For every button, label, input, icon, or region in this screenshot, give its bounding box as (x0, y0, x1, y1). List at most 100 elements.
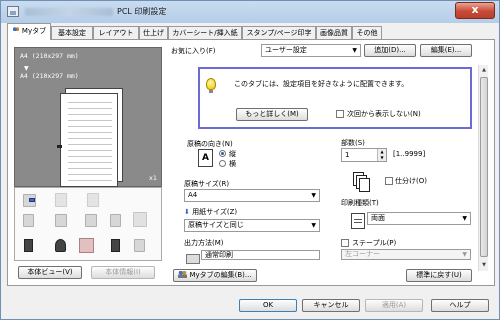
copies-spinner[interactable]: ▲ ▼ (377, 149, 386, 161)
unit-icon (55, 193, 67, 207)
title-bar[interactable]: PCL 印刷設定 x (1, 1, 499, 23)
tab-mytab[interactable]: Myタブ (7, 23, 51, 40)
more-details-button[interactable]: もっと詳しく(M) (236, 108, 308, 121)
staple-position-select[interactable]: 左コーナー ▼ (341, 249, 471, 260)
paper-size-select[interactable]: 原稿サイズと同じ ▼ (184, 219, 320, 232)
paper-output-icon (186, 254, 200, 264)
blue-down-arrow-icon: ⬇ (184, 208, 190, 216)
edit-mytab-label: Myタブの編集(B)... (189, 271, 252, 279)
ok-button[interactable]: OK (239, 299, 297, 312)
tab-bar: Myタブ 基本設定 レイアウト 仕上げ カバーシート/挿入紙 スタンプ/ページ印… (7, 23, 497, 40)
favorites-value: ユーザー設定 (265, 46, 307, 54)
mytab-icon (11, 26, 20, 34)
paper-size-label: 用紙サイズ(Z) (192, 208, 238, 216)
collate-label: 仕分け(O) (395, 177, 427, 185)
unit-icon (133, 212, 147, 227)
cancel-button[interactable]: キャンセル (302, 299, 360, 312)
tab-basic[interactable]: 基本設定 (51, 26, 93, 40)
hide-next-time-label: 次回から表示しない(N) (347, 110, 421, 118)
copies-input[interactable]: 1 ▲ ▼ (341, 148, 387, 162)
tab-layout[interactable]: レイアウト (93, 26, 139, 40)
tab-mytab-label: Myタブ (21, 27, 47, 35)
portrait-label: 縦 (229, 150, 236, 158)
hide-next-time-checkbox[interactable] (336, 110, 344, 118)
unit-icon (87, 193, 99, 207)
print-settings-window: PCL 印刷設定 x Myタブ 基本設定 レイアウト 仕上げ カバーシート/挿入… (0, 0, 500, 320)
device-view-button[interactable]: 本体ビュー(V) (18, 266, 82, 279)
chevron-down-icon: ▼ (311, 192, 316, 199)
output-method-label: 出力方法(M) (184, 239, 224, 247)
orientation-preview-icon: A (198, 149, 213, 167)
close-button[interactable]: x (455, 2, 495, 19)
collate-checkbox[interactable] (385, 177, 393, 185)
copies-value: 1 (345, 151, 350, 159)
chevron-down-icon: ▼ (462, 215, 467, 222)
info-message-text: このタブには、設定項目を好きなように配置できます。 (234, 80, 409, 88)
info-message-box: このタブには、設定項目を好きなように配置できます。 もっと詳しく(M) 次回から… (198, 67, 472, 129)
staple-label: ステープル(P) (352, 239, 397, 247)
favorites-select[interactable]: ユーザー設定 ▼ (261, 44, 361, 57)
unit-icon (55, 239, 66, 252)
output-method-select[interactable]: 通常印刷 (201, 250, 320, 260)
scroll-thumb[interactable] (480, 77, 488, 257)
landscape-radio[interactable] (219, 160, 226, 167)
portrait-radio[interactable] (219, 150, 226, 157)
scroll-up-icon[interactable]: ▲ (479, 65, 489, 76)
settings-scrollbar[interactable]: ▲ ▼ (478, 65, 488, 271)
source-size-text: A4 (210x297 mm) (20, 52, 79, 60)
unit-icon (85, 214, 97, 227)
window-title: PCL 印刷設定 (117, 7, 167, 16)
unit-icon (24, 239, 33, 252)
blurred-printer-name (25, 8, 113, 16)
restore-default-button[interactable]: 標準に戻す(U) (406, 269, 472, 282)
tab-other[interactable]: その他 (352, 26, 382, 40)
device-info-button[interactable]: 本体情報(I) (91, 266, 155, 279)
unit-icon (23, 214, 34, 227)
duplex-icon (351, 213, 365, 229)
paper-size-value: 原稿サイズと同じ (188, 221, 244, 229)
output-size-text: A4 (210x297 mm) (20, 72, 79, 80)
paper-preview: A4 (210x297 mm) ▼ A4 (210x297 mm) x1 (14, 47, 162, 187)
chevron-down-icon: ▼ (311, 222, 316, 229)
tab-stamp[interactable]: スタンプ/ページ印字 (242, 26, 316, 40)
chevron-down-icon: ▼ (462, 251, 467, 258)
unit-icon (79, 238, 94, 253)
print-type-select[interactable]: 両面 ▼ (367, 212, 471, 225)
people-icon (178, 270, 188, 278)
unit-icon (111, 239, 120, 252)
print-type-value: 両面 (371, 214, 385, 222)
staple-checkbox[interactable] (341, 239, 349, 247)
copies-range: [1..9999] (393, 150, 426, 158)
printer-app-icon (7, 6, 19, 17)
paper-front-sheet (60, 93, 118, 187)
staple-mark-icon (57, 145, 62, 148)
down-arrow-icon: ▼ (24, 65, 29, 72)
edit-mytab-button[interactable]: Myタブの編集(B)... (173, 269, 257, 282)
quantity-label: x1 (149, 174, 157, 182)
landscape-label: 横 (229, 160, 236, 168)
add-favorite-button[interactable]: 追加(D)... (364, 44, 416, 57)
staple-position-value: 左コーナー (345, 250, 380, 258)
print-type-label: 印刷種類(T) (341, 199, 379, 207)
tab-cover-sheet[interactable]: カバーシート/挿入紙 (168, 26, 242, 40)
edit-favorite-button[interactable]: 編集(E)... (420, 44, 472, 57)
original-size-value: A4 (188, 191, 198, 199)
tab-image-quality[interactable]: 画像品質 (316, 26, 352, 40)
collate-pages-icon (353, 172, 371, 192)
help-button[interactable]: ヘルプ (431, 299, 489, 312)
scroll-down-icon[interactable]: ▼ (479, 260, 489, 271)
original-size-label: 原稿サイズ(R) (184, 180, 230, 188)
lightbulb-icon (206, 78, 216, 93)
tab-finishing[interactable]: 仕上げ (139, 26, 168, 40)
chevron-down-icon: ▼ (352, 47, 357, 54)
apply-button[interactable]: 適用(A) (365, 299, 423, 312)
favorites-label: お気に入り(F) (171, 47, 216, 55)
orientation-label: 原稿の向き(N) (187, 140, 233, 148)
unit-icon (134, 239, 145, 252)
device-view[interactable] (14, 187, 162, 261)
output-method-value: 通常印刷 (205, 251, 233, 259)
unit-icon (55, 214, 67, 227)
unit-icon (110, 214, 121, 227)
blue-arrow-icon (29, 198, 35, 202)
original-size-select[interactable]: A4 ▼ (184, 189, 320, 202)
